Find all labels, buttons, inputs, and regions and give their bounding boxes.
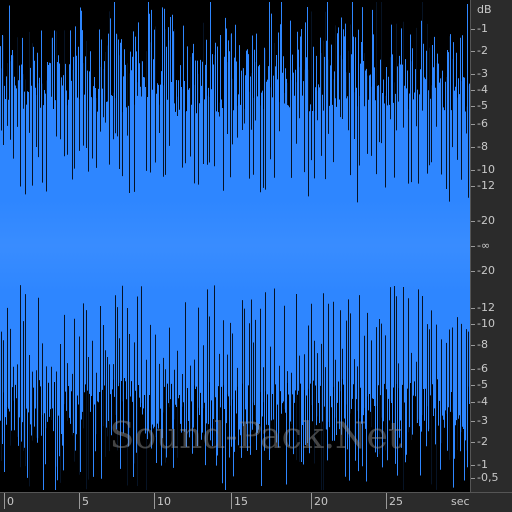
db-tick [471, 186, 475, 187]
time-tick [386, 493, 387, 509]
db-tick-label: -10 [477, 163, 495, 176]
db-unit-label: dB [477, 3, 492, 16]
db-tick [471, 271, 475, 272]
db-tick-label: -20 [477, 264, 495, 277]
waveform-view[interactable] [0, 0, 470, 492]
db-tick-label: -12 [477, 301, 495, 314]
db-tick [471, 51, 475, 52]
waveform-editor: dB -1 -2 -3 -4 -5 -6 -8 -10 -12 -20 -∞ -20 -12 -10 -8-… [0, 0, 512, 512]
db-tick-label: -20 [477, 214, 495, 227]
db-tick [471, 147, 475, 148]
db-tick [471, 442, 475, 443]
db-tick [471, 170, 475, 171]
db-tick [471, 369, 475, 370]
db-tick-label: -4 [477, 83, 488, 96]
time-tick-label: 10 [157, 495, 171, 508]
db-tick [471, 478, 475, 479]
time-tick [79, 493, 80, 509]
waveform-center-glow [0, 200, 470, 292]
time-tick-label: 5 [82, 495, 89, 508]
time-ruler: 0 5 10 15 20 25 sec [0, 492, 512, 512]
db-tick-label: -1 [477, 458, 488, 471]
db-tick [471, 221, 475, 222]
db-tick-label: -10 [477, 317, 495, 330]
db-tick-label: -8 [477, 338, 488, 351]
db-tick [471, 106, 475, 107]
db-tick [471, 90, 475, 91]
time-unit-label: sec [451, 495, 470, 508]
time-tick [154, 493, 155, 509]
time-tick [311, 493, 312, 509]
time-tick [231, 493, 232, 509]
db-tick-label: -2 [477, 44, 488, 57]
db-tick [471, 324, 475, 325]
db-tick-label: -3 [477, 414, 488, 427]
db-tick [471, 246, 475, 247]
db-tick-label: -2 [477, 435, 488, 448]
db-tick [471, 385, 475, 386]
db-tick-label: -4 [477, 395, 488, 408]
db-tick-label: -8 [477, 140, 488, 153]
db-tick-label: -1 [477, 22, 488, 35]
time-tick [4, 493, 5, 509]
waveform-graph[interactable] [0, 0, 470, 492]
db-tick [471, 465, 475, 466]
db-tick [471, 29, 475, 30]
db-tick [471, 74, 475, 75]
time-tick-label: 20 [314, 495, 328, 508]
db-tick-label: -6 [477, 117, 488, 130]
db-tick [471, 345, 475, 346]
db-tick-label: -6 [477, 362, 488, 375]
db-tick-label: -5 [477, 99, 488, 112]
db-tick-label: -0,5 [477, 471, 499, 484]
db-tick-label: -5 [477, 378, 488, 391]
db-tick [471, 421, 475, 422]
db-tick-label: -12 [477, 179, 495, 192]
db-tick-label: -∞ [477, 239, 491, 252]
time-tick-label: 15 [234, 495, 248, 508]
time-tick-label: 25 [389, 495, 403, 508]
db-tick-label: -3 [477, 67, 488, 80]
db-tick [471, 124, 475, 125]
db-scale-ruler: dB -1 -2 -3 -4 -5 -6 -8 -10 -12 -20 -∞ -20 -12 -10 -8 -… [470, 0, 512, 492]
db-tick [471, 308, 475, 309]
time-tick-label: 0 [7, 495, 14, 508]
db-tick [471, 402, 475, 403]
